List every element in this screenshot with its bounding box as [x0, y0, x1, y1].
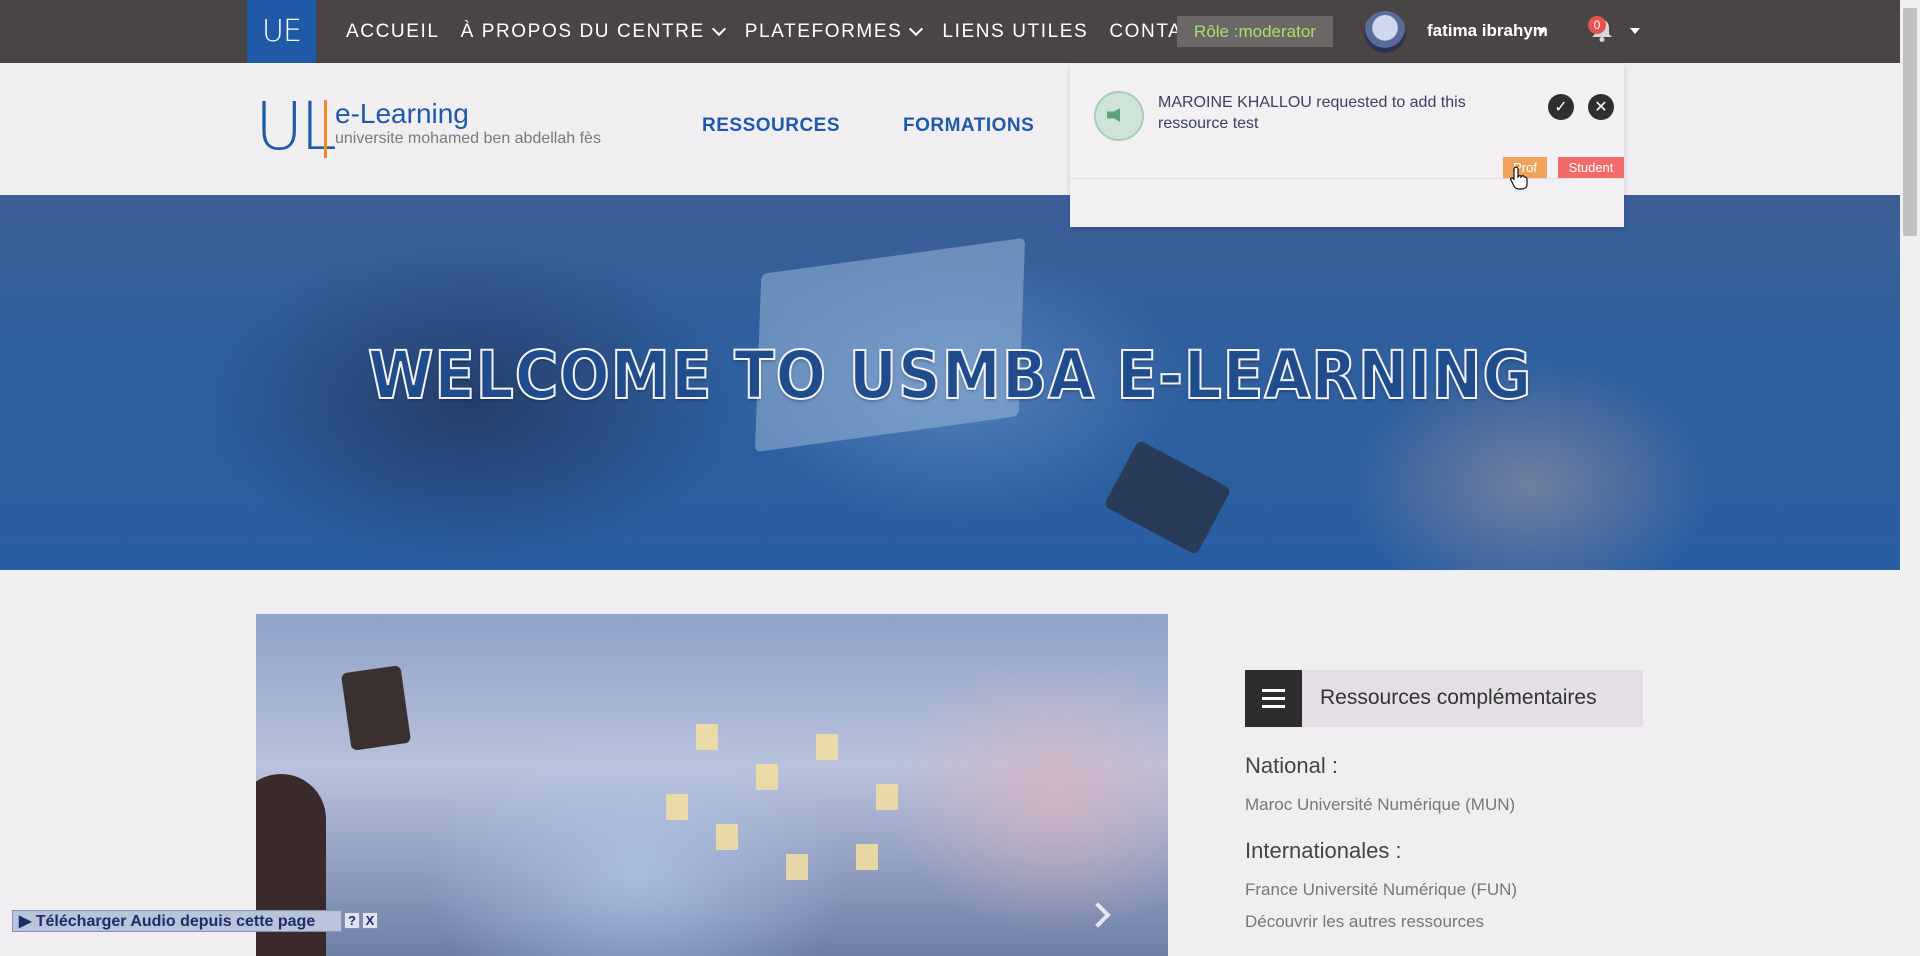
link-mun[interactable]: Maroc Université Numérique (MUN) [1245, 795, 1515, 815]
nav-accueil[interactable]: ACCUEIL [346, 21, 440, 43]
page: UE ACCUEIL À PROPOS DU CENTRE PLATEFORME… [0, 0, 1920, 956]
avatar[interactable] [1364, 11, 1406, 53]
brand-logo-button[interactable]: UE [247, 0, 316, 63]
audio-download-button[interactable]: ▶ Télécharger Audio depuis cette page [14, 911, 320, 931]
chevron-down-icon [711, 21, 726, 36]
notification-dropdown [1070, 64, 1624, 227]
nav-a-propos-label: À PROPOS DU CENTRE [460, 20, 705, 42]
slider-photo-note [666, 794, 688, 820]
hand-cursor-icon [1510, 166, 1528, 190]
notification-message: MAROINE KHALLOU requested to add this re… [1158, 94, 1466, 132]
accept-request-button[interactable]: ✓ [1548, 94, 1574, 120]
slider-photo-note [786, 854, 808, 880]
logo-subtitle: universite mohamed ben abdellah fès [335, 130, 601, 147]
audio-help-button[interactable]: ? [344, 912, 360, 929]
notification-count-badge: 0 [1588, 16, 1606, 34]
nav-accueil-label: ACCUEIL [346, 20, 440, 42]
hero-banner: WELCOME TO USMBA E-LEARNING [0, 195, 1900, 570]
nav-liens-utiles[interactable]: LIENS UTILES [942, 21, 1088, 43]
slider-photo-note [696, 724, 718, 750]
resources-title: Ressources complémentaires [1320, 686, 1597, 709]
slider-photo-speaker [340, 665, 412, 751]
audio-close-button[interactable]: X [362, 912, 378, 929]
slider-photo-note [716, 824, 738, 850]
role-badge: Rôle :moderator [1177, 16, 1333, 47]
hero-phone-shape [1103, 439, 1232, 556]
nav-plateformes[interactable]: PLATEFORMES [744, 20, 924, 43]
link-fun[interactable]: France Université Numérique (FUN) [1245, 880, 1517, 900]
slider-photo-note [876, 784, 898, 810]
reject-request-button[interactable]: ✕ [1588, 94, 1614, 120]
logo-divider [324, 100, 327, 158]
nav-formations[interactable]: FORMATIONS [903, 115, 1034, 137]
nav-a-propos[interactable]: À PROPOS DU CENTRE [460, 20, 726, 43]
logo-title[interactable]: e-Learning [335, 98, 469, 130]
national-heading: National : [1245, 753, 1338, 778]
slider-photo-note [816, 734, 838, 760]
international-heading: Internationales : [1245, 838, 1402, 863]
tag-student[interactable]: Student [1558, 157, 1624, 178]
nav-liens-utiles-label: LIENS UTILES [942, 20, 1089, 42]
hero-title: WELCOME TO USMBA E-LEARNING [367, 336, 1533, 415]
notification-caret-icon[interactable] [1630, 28, 1640, 34]
notification-divider [1070, 178, 1624, 179]
image-slider [256, 614, 1168, 956]
slider-photo-note [856, 844, 878, 870]
user-menu-name[interactable]: fatima ibrahym [1427, 21, 1548, 41]
nav-plateformes-label: PLATEFORMES [744, 20, 903, 42]
top-navigation: ACCUEIL À PROPOS DU CENTRE PLATEFORMES L… [346, 0, 1232, 63]
nav-ressources[interactable]: RESSOURCES [702, 115, 840, 137]
caret-down-icon[interactable] [1537, 28, 1547, 34]
menu-icon[interactable] [1245, 670, 1302, 727]
logo-mark[interactable]: UL [255, 92, 337, 162]
slider-photo-note [756, 764, 778, 790]
chevron-down-icon [909, 21, 924, 36]
megaphone-icon [1094, 91, 1144, 141]
scrollbar-thumb[interactable] [1903, 8, 1917, 236]
link-other-resources[interactable]: Découvrir les autres ressources [1245, 912, 1484, 932]
